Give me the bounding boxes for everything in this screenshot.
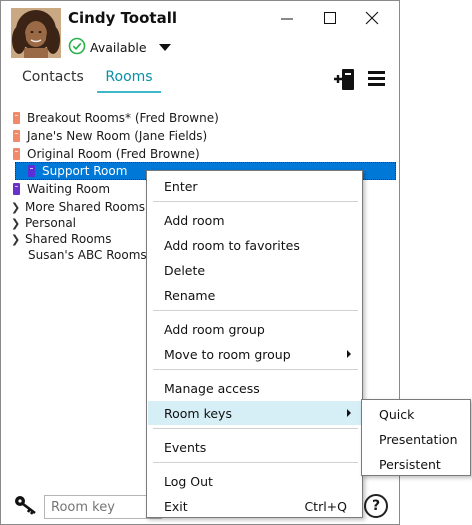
user-name: Cindy Tootall [68,9,177,27]
menu-separator [153,310,358,311]
menu-item-label: Enter [164,178,198,194]
group-label: More Shared Rooms [25,200,146,214]
minimize-icon [281,18,293,20]
room-item-waiting-room[interactable]: Waiting Room [13,180,110,198]
group-label: Personal [25,216,77,230]
room-label: Jane's New Room (Jane Fields) [27,129,208,143]
room-key-input[interactable] [44,495,162,519]
room-item-janes-new-room[interactable]: Jane's New Room (Jane Fields) [13,127,207,145]
menu-separator [153,369,358,370]
menu-item-log-out[interactable]: Log Out [148,469,361,493]
active-tab-indicator [97,91,161,93]
help-icon: ? [371,498,381,514]
room-icon [13,148,20,160]
submenu-arrow-icon [347,350,351,358]
menu-item-label: Move to room group [164,346,291,362]
close-icon [365,11,379,25]
status-label: Available [90,40,147,55]
menu-item-enter[interactable]: Enter [148,174,361,198]
group-label: Susan's ABC Rooms [28,248,147,262]
menu-item-events[interactable]: Events [148,435,361,459]
menu-item-label: Exit [164,498,188,514]
chevron-right-icon[interactable]: ❯ [11,217,25,230]
menu-item-manage-access[interactable]: Manage access [148,376,361,400]
avatar[interactable] [11,8,61,58]
submenu-item-presentation[interactable]: Presentation [363,427,469,451]
menu-separator [153,462,358,463]
menu-item-label: Presentation [379,431,458,447]
menu-item-add-room-to-favorites[interactable]: Add room to favorites [148,233,361,257]
main-menu-button[interactable] [367,69,387,89]
maximize-icon [324,12,336,24]
menu-item-label: Add room to favorites [164,237,300,253]
menu-item-rename[interactable]: Rename [148,283,361,307]
menu-separator [153,201,358,202]
hamburger-menu-icon [368,71,385,86]
available-check-icon [68,37,86,58]
maximize-button[interactable] [316,6,344,30]
room-item-breakout-rooms[interactable]: Breakout Rooms* (Fred Browne) [13,109,219,127]
menu-item-move-to-room-group[interactable]: Move to room group [148,342,361,366]
menu-item-label: Log Out [164,473,213,489]
group-label: Shared Rooms [25,232,112,246]
add-room-button[interactable] [332,66,358,92]
key-icon [15,496,36,515]
menu-item-room-keys[interactable]: Room keys [148,401,361,425]
room-label: Waiting Room [27,182,111,196]
chevron-right-icon[interactable]: ❯ [11,201,25,214]
tab-contacts[interactable]: Contacts [22,69,84,85]
minimize-button[interactable] [273,6,301,30]
menu-item-label: Manage access [164,380,260,396]
menu-item-label: Persistent [379,456,441,472]
room-icon [28,165,35,177]
status-dropdown-icon[interactable] [158,44,171,51]
add-room-icon [334,69,354,90]
room-icon [13,112,20,124]
room-label: Support Room [42,164,128,178]
tab-rooms[interactable]: Rooms [97,69,161,85]
submenu-arrow-icon [347,409,351,417]
room-icon [13,130,20,142]
menu-item-label: Add room group [164,321,265,337]
menu-item-label: Delete [164,262,206,278]
room-label: Breakout Rooms* (Fred Browne) [27,111,219,125]
menu-item-add-room[interactable]: Add room [148,208,361,232]
room-context-menu: Enter Add room Add room to favorites Del… [146,170,363,518]
room-key-button[interactable] [13,494,39,516]
room-item-original-room[interactable]: Original Room (Fred Browne) [13,145,200,163]
submenu-item-quick[interactable]: Quick [363,402,469,426]
menu-item-label: Room keys [164,405,232,421]
menu-item-label: Add room [164,212,225,228]
room-keys-submenu: Quick Presentation Persistent [361,399,471,476]
chevron-right-icon[interactable]: ❯ [11,233,25,246]
menu-item-delete[interactable]: Delete [148,258,361,282]
status-selector[interactable]: Available [68,37,171,58]
group-item-susans-abc-rooms[interactable]: Susan's ABC Rooms [28,246,147,264]
close-button[interactable] [358,6,386,30]
menu-item-shortcut: Ctrl+Q [304,498,347,514]
menu-separator [153,428,358,429]
room-label: Original Room (Fred Browne) [27,147,200,161]
submenu-item-persistent[interactable]: Persistent [363,452,469,476]
menu-item-label: Rename [164,287,216,303]
help-button[interactable]: ? [364,494,388,518]
menu-item-add-room-group[interactable]: Add room group [148,317,361,341]
menu-item-label: Quick [379,406,415,422]
menu-item-exit[interactable]: Exit Ctrl+Q [148,494,361,518]
room-icon [13,183,20,195]
menu-item-label: Events [164,439,207,455]
